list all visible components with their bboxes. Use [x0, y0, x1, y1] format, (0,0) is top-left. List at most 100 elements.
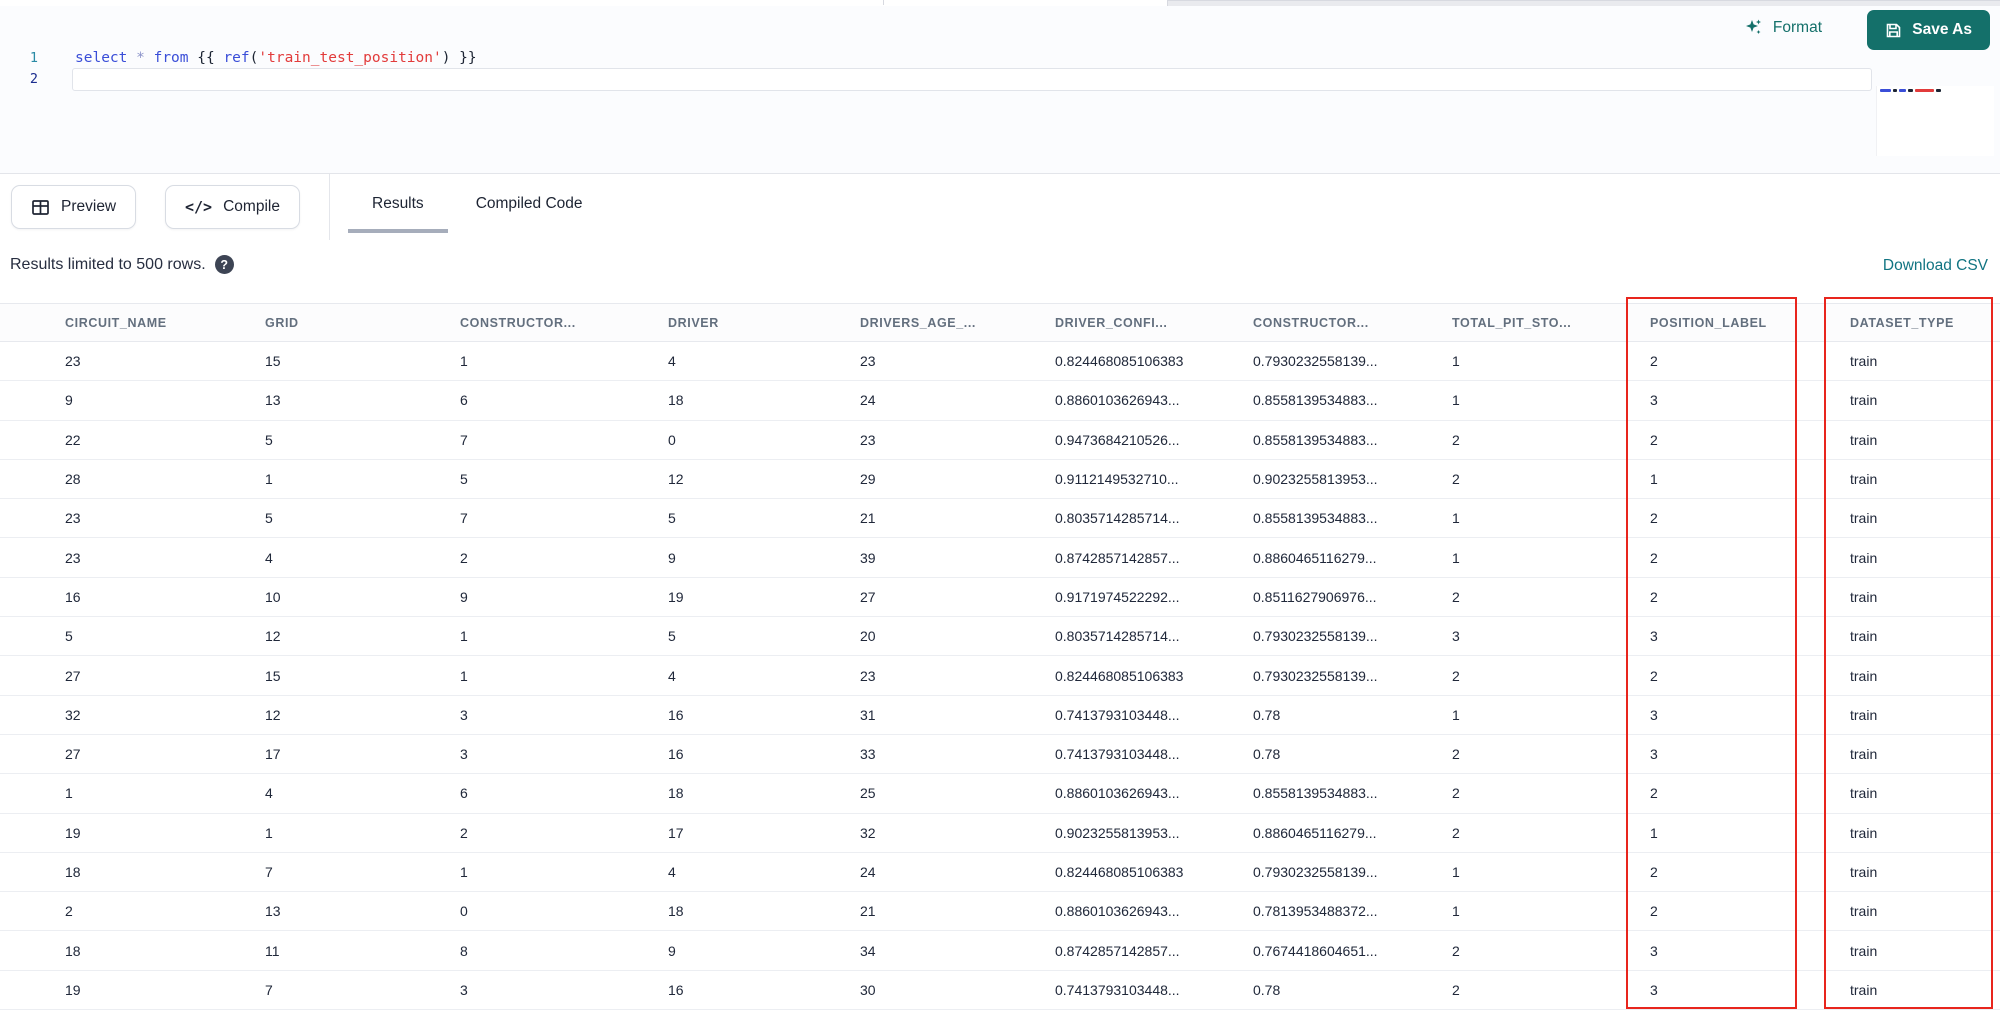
table-cell: 6	[460, 785, 468, 802]
table-cell: 2	[1452, 667, 1460, 684]
table-cell: 2	[460, 549, 468, 566]
tab-results[interactable]: Results	[346, 174, 450, 233]
table-cell: 9	[668, 549, 676, 566]
table-cell: 2	[1650, 353, 1658, 370]
row-limit-text: Results limited to 500 rows.	[10, 255, 206, 273]
table-cell: 0.8558139534883...	[1253, 431, 1378, 448]
code-icon: </>	[185, 198, 213, 216]
table-cell: 1	[1452, 392, 1460, 409]
table-cell: 28	[65, 471, 81, 488]
column-header: DATASET_TYPE	[1850, 315, 1954, 330]
table-cell: 1	[265, 471, 273, 488]
line-number-1: 1	[29, 50, 38, 66]
table-cell: 4	[668, 864, 676, 880]
compile-button[interactable]: </> Compile	[165, 185, 300, 229]
toolbar-divider	[329, 174, 330, 240]
column-header: CONSTRUCTOR...	[1253, 315, 1369, 330]
table-cell: 0.9023255813953...	[1055, 824, 1180, 841]
table-cell: 16	[668, 746, 684, 763]
table-cell: 2	[1452, 824, 1460, 841]
table-cell: 0.7413793103448...	[1055, 981, 1180, 998]
table-cell: 0.7930232558139...	[1253, 667, 1378, 684]
table-row: 5 12 1 5 20 0.8035714285714... 0.7930232558139…	[0, 617, 2000, 657]
table-cell: 2	[1650, 864, 1658, 880]
table-cell: 3	[460, 981, 468, 998]
table-cell: 15	[265, 353, 281, 370]
table-cell: 20	[860, 628, 876, 645]
table-cell: 2	[1452, 785, 1460, 802]
table-cell: 19	[65, 824, 81, 841]
table-cell: 9	[65, 392, 73, 409]
code-token: }}	[450, 50, 477, 66]
code-line-1-content[interactable]: select * from {{ ref('train_test_positio…	[75, 48, 477, 69]
table-cell: 3	[1650, 392, 1658, 409]
tab-compiled-code[interactable]: Compiled Code	[450, 174, 609, 233]
table-cell: 0.8035714285714...	[1055, 510, 1180, 527]
table-cell: train	[1850, 471, 1878, 488]
minimap-code-line	[1880, 89, 1994, 92]
table-cell: 1	[1452, 903, 1460, 920]
code-token: select	[75, 50, 128, 66]
table-cell: 2	[1650, 903, 1658, 920]
table-cell: 0.824468085106383	[1055, 864, 1184, 880]
table-cell: 5	[668, 510, 676, 527]
table-row: 2 13 0 18 21 0.8860103626943... 0.781395348837…	[0, 892, 2000, 932]
table-cell: 1	[265, 824, 273, 841]
table-row: 23 4 2 9 39 0.8742857142857... 0.8860465116279…	[0, 538, 2000, 578]
editor-minimap[interactable]	[1876, 86, 1994, 156]
preview-button[interactable]: Preview	[11, 185, 137, 229]
table-cell: 0.7813953488372...	[1253, 903, 1378, 920]
table-cell: 3	[460, 746, 468, 763]
table-cell: 10	[265, 588, 281, 605]
table-cell: 27	[65, 746, 81, 763]
table-cell: 2	[1452, 471, 1460, 488]
table-cell: 23	[860, 353, 876, 370]
sparkles-icon	[1744, 18, 1764, 38]
table-row: 1 4 6 18 25 0.8860103626943... 0.8558139534883…	[0, 774, 2000, 814]
code-token: ref	[223, 50, 250, 66]
table-cell: 17	[668, 824, 684, 841]
table-cell: 2	[460, 824, 468, 841]
table-cell: 30	[860, 981, 876, 998]
column-header: GRID	[265, 315, 299, 330]
format-button[interactable]: Format	[1744, 18, 1822, 38]
results-table: CIRCUIT_NAME GRID CONSTRUCTOR... DRIVER DRIV…	[0, 303, 2000, 1011]
table-cell: 2	[1452, 942, 1460, 959]
code-token: 'train_test_position'	[258, 50, 442, 66]
table-cell: train	[1850, 706, 1878, 723]
code-token: from	[153, 50, 189, 66]
table-cell: 12	[265, 706, 281, 723]
table-cell: 2	[65, 903, 73, 920]
table-cell: train	[1850, 746, 1878, 763]
table-cell: 0.7930232558139...	[1253, 864, 1378, 880]
row-limit-message: Results limited to 500 rows. ?	[10, 255, 234, 274]
table-cell: 4	[668, 353, 676, 370]
minimap-segment	[1915, 89, 1934, 92]
code-editor[interactable]: 1 2 select * from {{ ref('train_test_pos…	[0, 40, 2000, 173]
table-cell: 18	[668, 903, 684, 920]
table-body: 23 15 1 4 23 0.824468085106383 0.7930232558139…	[0, 342, 2000, 1011]
help-icon[interactable]: ?	[214, 255, 234, 274]
table-cell: 1	[460, 628, 468, 645]
table-cell: 0.7930232558139...	[1253, 628, 1378, 645]
table-cell: 11	[265, 942, 280, 959]
table-cell: 22	[65, 431, 81, 448]
minimap-segment	[1908, 89, 1913, 92]
table-cell: 1	[1452, 549, 1460, 566]
table-cell: 16	[668, 981, 684, 998]
code-token: *	[136, 50, 145, 66]
table-cell: 18	[668, 785, 684, 802]
tab-divider	[883, 0, 884, 5]
table-row: 27 17 3 16 33 0.7413793103448... 0.78 2 3 train	[0, 735, 2000, 775]
table-cell: 18	[668, 392, 684, 409]
table-cell: 19	[65, 981, 81, 998]
download-csv-link[interactable]: Download CSV	[1883, 257, 1988, 275]
table-cell: 0.9171974522292...	[1055, 588, 1180, 605]
current-line-highlight	[72, 68, 1872, 91]
table-cell: 32	[65, 706, 81, 723]
column-header: DRIVER	[668, 315, 719, 330]
results-panel: Preview </> Compile Results Compiled Cod…	[0, 173, 2000, 1020]
table-cell: 0.9473684210526...	[1055, 431, 1180, 448]
table-cell: 0.8742857142857...	[1055, 942, 1180, 959]
